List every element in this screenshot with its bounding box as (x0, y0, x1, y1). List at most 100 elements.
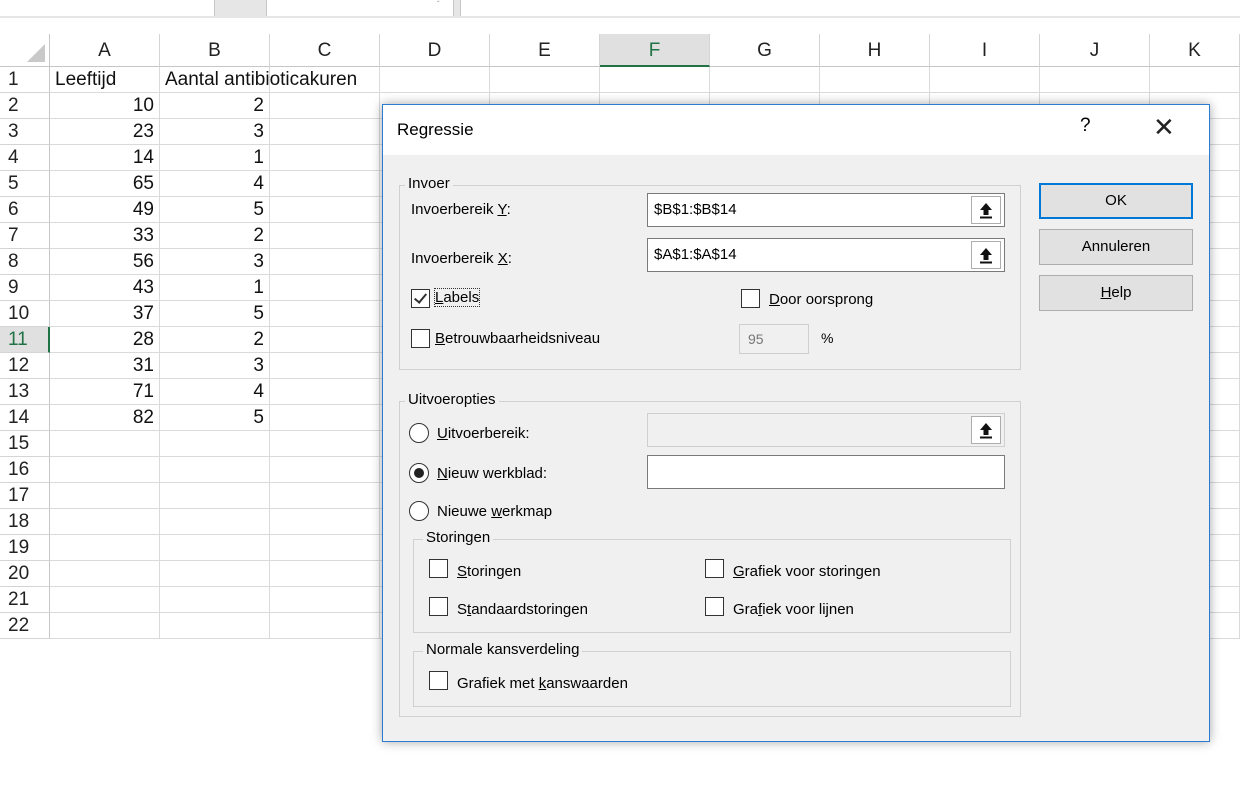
row-header-22[interactable]: 22 (0, 613, 50, 639)
row-header-20[interactable]: 20 (0, 561, 50, 587)
new-worksheet-field[interactable] (647, 455, 1005, 489)
column-header-J[interactable]: J (1040, 34, 1150, 67)
labels-checkbox[interactable] (411, 289, 430, 308)
close-icon[interactable]: ✕ (1153, 113, 1175, 143)
row-header-12[interactable]: 12 (0, 353, 50, 379)
input-y-range-field[interactable]: $B$1:$B$14 (647, 193, 1005, 227)
row-header-4[interactable]: 4 (0, 145, 50, 171)
column-header-D[interactable]: D (380, 34, 490, 67)
confidence-level-checkbox[interactable] (411, 329, 430, 348)
strip-tab[interactable]: ˇ (266, 0, 454, 16)
cell-B13[interactable]: 4 (160, 379, 270, 405)
residual-plots-label[interactable]: Grafiek voor storingen (733, 563, 881, 580)
row-header-17[interactable]: 17 (0, 483, 50, 509)
cell-B8[interactable]: 3 (160, 249, 270, 275)
cell-A4[interactable]: 14 (50, 145, 160, 171)
through-origin-checkbox[interactable] (741, 289, 760, 308)
residuals-label[interactable]: Storingen (457, 563, 521, 580)
cell-A8[interactable]: 56 (50, 249, 160, 275)
ok-button[interactable]: OK (1039, 183, 1193, 219)
output-range-label[interactable]: Uitvoerbereik: (437, 425, 530, 442)
cell-A14[interactable]: 82 (50, 405, 160, 431)
cell-A3[interactable]: 23 (50, 119, 160, 145)
collapse-range-y-button[interactable] (971, 196, 1001, 224)
column-header-G[interactable]: G (710, 34, 820, 67)
input-x-range-field[interactable]: $A$1:$A$14 (647, 238, 1005, 272)
cell-B5[interactable]: 4 (160, 171, 270, 197)
strip-tab[interactable] (0, 0, 215, 16)
row-header-1[interactable]: 1 (0, 67, 50, 93)
strip-tab[interactable] (460, 0, 1240, 16)
column-header-I[interactable]: I (930, 34, 1040, 67)
cell-B4[interactable]: 1 (160, 145, 270, 171)
cell-A10[interactable]: 37 (50, 301, 160, 327)
line-fit-plots-label[interactable]: Grafiek voor lijnen (733, 601, 854, 618)
select-all-corner[interactable] (0, 34, 50, 67)
help-icon[interactable]: ? (1080, 115, 1091, 137)
row-header-3[interactable]: 3 (0, 119, 50, 145)
row-header-6[interactable]: 6 (0, 197, 50, 223)
new-worksheet-radio[interactable] (409, 463, 429, 483)
cell-B3[interactable]: 3 (160, 119, 270, 145)
row-header-10[interactable]: 10 (0, 301, 50, 327)
row-header-16[interactable]: 16 (0, 457, 50, 483)
row-header-5[interactable]: 5 (0, 171, 50, 197)
row-header-21[interactable]: 21 (0, 587, 50, 613)
confidence-level-field[interactable]: 95 (739, 324, 809, 354)
new-workbook-label[interactable]: Nieuwe werkmap (437, 503, 552, 520)
row-header-7[interactable]: 7 (0, 223, 50, 249)
column-header-F[interactable]: F (600, 34, 710, 67)
column-header-C[interactable]: C (270, 34, 380, 67)
through-origin-label[interactable]: Door oorsprong (769, 291, 873, 308)
cell-A12[interactable]: 31 (50, 353, 160, 379)
cell-A5[interactable]: 65 (50, 171, 160, 197)
column-header-H[interactable]: H (820, 34, 930, 67)
row-header-18[interactable]: 18 (0, 509, 50, 535)
row-header-8[interactable]: 8 (0, 249, 50, 275)
column-header-K[interactable]: K (1150, 34, 1240, 67)
row-header-9[interactable]: 9 (0, 275, 50, 301)
row-header-14[interactable]: 14 (0, 405, 50, 431)
new-worksheet-label[interactable]: Nieuw werkblad: (437, 465, 547, 482)
cell-B1[interactable]: Aantal antibioticakuren (160, 67, 460, 93)
residuals-checkbox[interactable] (429, 559, 448, 578)
labels-label[interactable]: Labels (433, 288, 481, 307)
cell-B6[interactable]: 5 (160, 197, 270, 223)
input-group-title: Invoer (405, 175, 453, 192)
row-header-2[interactable]: 2 (0, 93, 50, 119)
column-header-B[interactable]: B (160, 34, 270, 67)
collapse-range-output-button[interactable] (971, 416, 1001, 444)
cell-A11[interactable]: 28 (50, 327, 160, 353)
standardized-residuals-label[interactable]: Standaardstoringen (457, 601, 588, 618)
residual-plots-checkbox[interactable] (705, 559, 724, 578)
cell-B11[interactable]: 2 (160, 327, 270, 353)
row-header-15[interactable]: 15 (0, 431, 50, 457)
cell-A6[interactable]: 49 (50, 197, 160, 223)
row-header-11[interactable]: 11 (0, 327, 50, 353)
column-header-A[interactable]: A (50, 34, 160, 67)
cell-A9[interactable]: 43 (50, 275, 160, 301)
cell-B2[interactable]: 2 (160, 93, 270, 119)
column-header-E[interactable]: E (490, 34, 600, 67)
cell-B10[interactable]: 5 (160, 301, 270, 327)
output-range-radio[interactable] (409, 423, 429, 443)
cell-A2[interactable]: 10 (50, 93, 160, 119)
cell-B9[interactable]: 1 (160, 275, 270, 301)
row-header-13[interactable]: 13 (0, 379, 50, 405)
help-button[interactable]: Help (1039, 275, 1193, 311)
cancel-button[interactable]: Annuleren (1039, 229, 1193, 265)
confidence-level-label[interactable]: Betrouwbaarheidsniveau (435, 330, 600, 347)
output-range-field[interactable] (647, 413, 1005, 447)
line-fit-plots-checkbox[interactable] (705, 597, 724, 616)
normal-probability-checkbox[interactable] (429, 671, 448, 690)
cell-A7[interactable]: 33 (50, 223, 160, 249)
collapse-range-x-button[interactable] (971, 241, 1001, 269)
cell-B7[interactable]: 2 (160, 223, 270, 249)
normal-probability-label[interactable]: Grafiek met kanswaarden (457, 675, 628, 692)
cell-B12[interactable]: 3 (160, 353, 270, 379)
cell-A13[interactable]: 71 (50, 379, 160, 405)
new-workbook-radio[interactable] (409, 501, 429, 521)
cell-B14[interactable]: 5 (160, 405, 270, 431)
row-header-19[interactable]: 19 (0, 535, 50, 561)
standardized-residuals-checkbox[interactable] (429, 597, 448, 616)
